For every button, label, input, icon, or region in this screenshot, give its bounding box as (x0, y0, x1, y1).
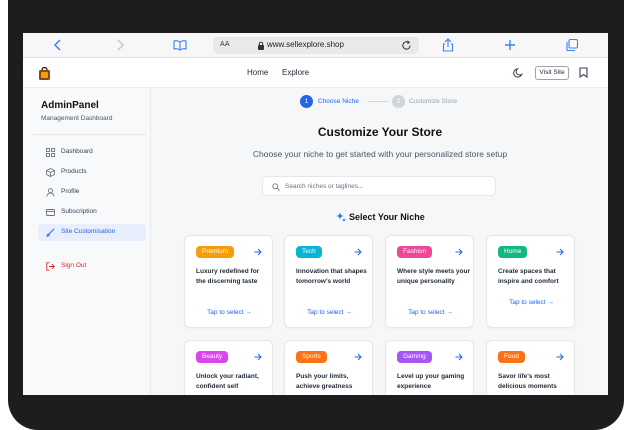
tap-to-select-link[interactable]: Tap to select → (285, 309, 374, 316)
sidebar-item-site-customisation[interactable]: Site Customisation (38, 224, 146, 241)
search-box[interactable] (262, 176, 496, 196)
sidebar-item-label: Profile (61, 188, 80, 195)
main-content: 1 Choose Niche 2 Customize Store Customi… (152, 88, 608, 395)
sparkle-icon (336, 212, 346, 222)
niche-badge: Home (498, 246, 528, 258)
page-title: Customize Your Store (317, 125, 443, 139)
lock-icon (258, 41, 264, 50)
step-1-label: Choose Niche (318, 98, 359, 105)
nav-home-link[interactable]: Home (247, 68, 268, 77)
sidebar-item-label: Products (61, 168, 87, 175)
niche-card-fashion[interactable]: Fashion Where style meets your unique per… (385, 235, 474, 328)
sign-out-label: Sign Out (61, 262, 87, 269)
sidebar-item-label: Site Customisation (61, 228, 116, 235)
niche-tagline: Push your limits, achieve greatness (296, 373, 353, 390)
arrow-right-icon[interactable] (254, 248, 262, 256)
visit-site-button[interactable]: Visit Site (535, 66, 569, 80)
sidebar-item-products[interactable]: Products (38, 164, 146, 181)
reload-icon[interactable] (401, 40, 412, 51)
step-connector (368, 101, 388, 102)
arrow-right-icon[interactable] (455, 248, 463, 256)
step-1-indicator: 1 (300, 95, 313, 108)
niche-tagline: Savor life's most delicious moments (498, 373, 557, 390)
search-icon (272, 183, 280, 191)
niche-tagline: Unlock your radiant, confident self (196, 373, 259, 390)
arrow-right-icon[interactable] (556, 353, 564, 361)
arrow-right-icon[interactable] (354, 248, 362, 256)
user-icon (46, 188, 55, 197)
sidebar-item-dashboard[interactable]: Dashboard (38, 144, 146, 161)
arrow-right-icon[interactable] (254, 353, 262, 361)
sidebar-item-label: Subscription (61, 208, 97, 215)
niche-card-home[interactable]: Home Create spaces that inspire and comfo… (486, 235, 575, 328)
sidebar-item-subscription[interactable]: Subscription (38, 204, 146, 221)
sidebar-subtitle: Management Dashboard (41, 115, 113, 122)
card-icon (46, 208, 55, 217)
address-bar[interactable]: AA www.sellexplore.shop (213, 37, 419, 54)
niche-badge: Food (498, 351, 525, 363)
section-title: Select Your Niche (349, 212, 425, 222)
niche-badge: Gaming (397, 351, 432, 363)
back-icon[interactable] (51, 38, 65, 52)
sidebar: AdminPanel Management Dashboard Dashboar… (23, 88, 151, 395)
sign-out-button[interactable]: Sign Out (38, 258, 146, 275)
book-icon[interactable] (173, 38, 187, 52)
niche-tagline: Create spaces that inspire and comfort (498, 268, 559, 285)
new-tab-icon[interactable] (503, 38, 517, 52)
niche-badge: Tech (296, 246, 322, 258)
moon-icon[interactable] (513, 67, 524, 78)
niche-card-food[interactable]: Food Savor life's most delicious moments (486, 340, 575, 395)
niche-tagline: Where style meets your unique personalit… (397, 268, 470, 285)
box-icon (46, 168, 55, 177)
tabs-icon[interactable] (565, 38, 579, 52)
sidebar-divider (33, 134, 146, 135)
brush-icon (46, 228, 55, 237)
forward-icon[interactable] (113, 38, 127, 52)
screen: AA www.sellexplore.shop Home Explore Vis… (23, 33, 608, 395)
niche-card-sports[interactable]: Sports Push your limits, achieve greatnes… (284, 340, 373, 395)
niche-tagline: Innovation that shapes tomorrow's world (296, 268, 367, 285)
niche-tagline: Luxury redefined for the discerning tast… (196, 268, 260, 285)
niche-badge: Premium (196, 246, 235, 258)
niche-badge: Sports (296, 351, 327, 363)
search-input[interactable] (285, 180, 485, 193)
tap-to-select-link[interactable]: Tap to select → (185, 309, 274, 316)
niche-badge: Fashion (397, 246, 433, 258)
niche-tagline: Level up your gaming experience (397, 373, 465, 390)
logout-icon (46, 262, 55, 271)
browser-toolbar: AA www.sellexplore.shop (23, 33, 608, 58)
share-icon[interactable] (441, 38, 455, 52)
top-navbar: Home Explore Visit Site (23, 58, 608, 88)
url-text: www.sellexplore.shop (267, 40, 344, 49)
page-subtitle: Choose your niche to get started with yo… (252, 149, 508, 159)
niche-card-gaming[interactable]: Gaming Level up your gaming experience (385, 340, 474, 395)
reader-button[interactable]: AA (220, 41, 230, 48)
niche-card-tech[interactable]: Tech Innovation that shapes tomorrow's wo… (284, 235, 373, 328)
sidebar-title: AdminPanel (41, 100, 99, 111)
arrow-right-icon[interactable] (455, 353, 463, 361)
sidebar-item-profile[interactable]: Profile (38, 184, 146, 201)
arrow-right-icon[interactable] (556, 248, 564, 256)
step-2-indicator: 2 (392, 95, 405, 108)
arrow-right-icon[interactable] (354, 353, 362, 361)
niche-badge: Beauty (196, 351, 229, 363)
sidebar-item-label: Dashboard (61, 148, 93, 155)
bookmark-icon[interactable] (579, 67, 588, 78)
nav-explore-link[interactable]: Explore (282, 68, 309, 77)
grid-icon (46, 148, 55, 157)
tap-to-select-link[interactable]: Tap to select → (386, 309, 475, 316)
tap-to-select-link[interactable]: Tap to select → (487, 299, 576, 306)
brand-logo-icon[interactable] (39, 67, 50, 80)
step-2-label: Customize Store (409, 98, 458, 105)
niche-card-beauty[interactable]: Beauty Unlock your radiant, confident sel… (184, 340, 273, 395)
niche-card-premium[interactable]: Premium Luxury redefined for the discerni… (184, 235, 273, 328)
